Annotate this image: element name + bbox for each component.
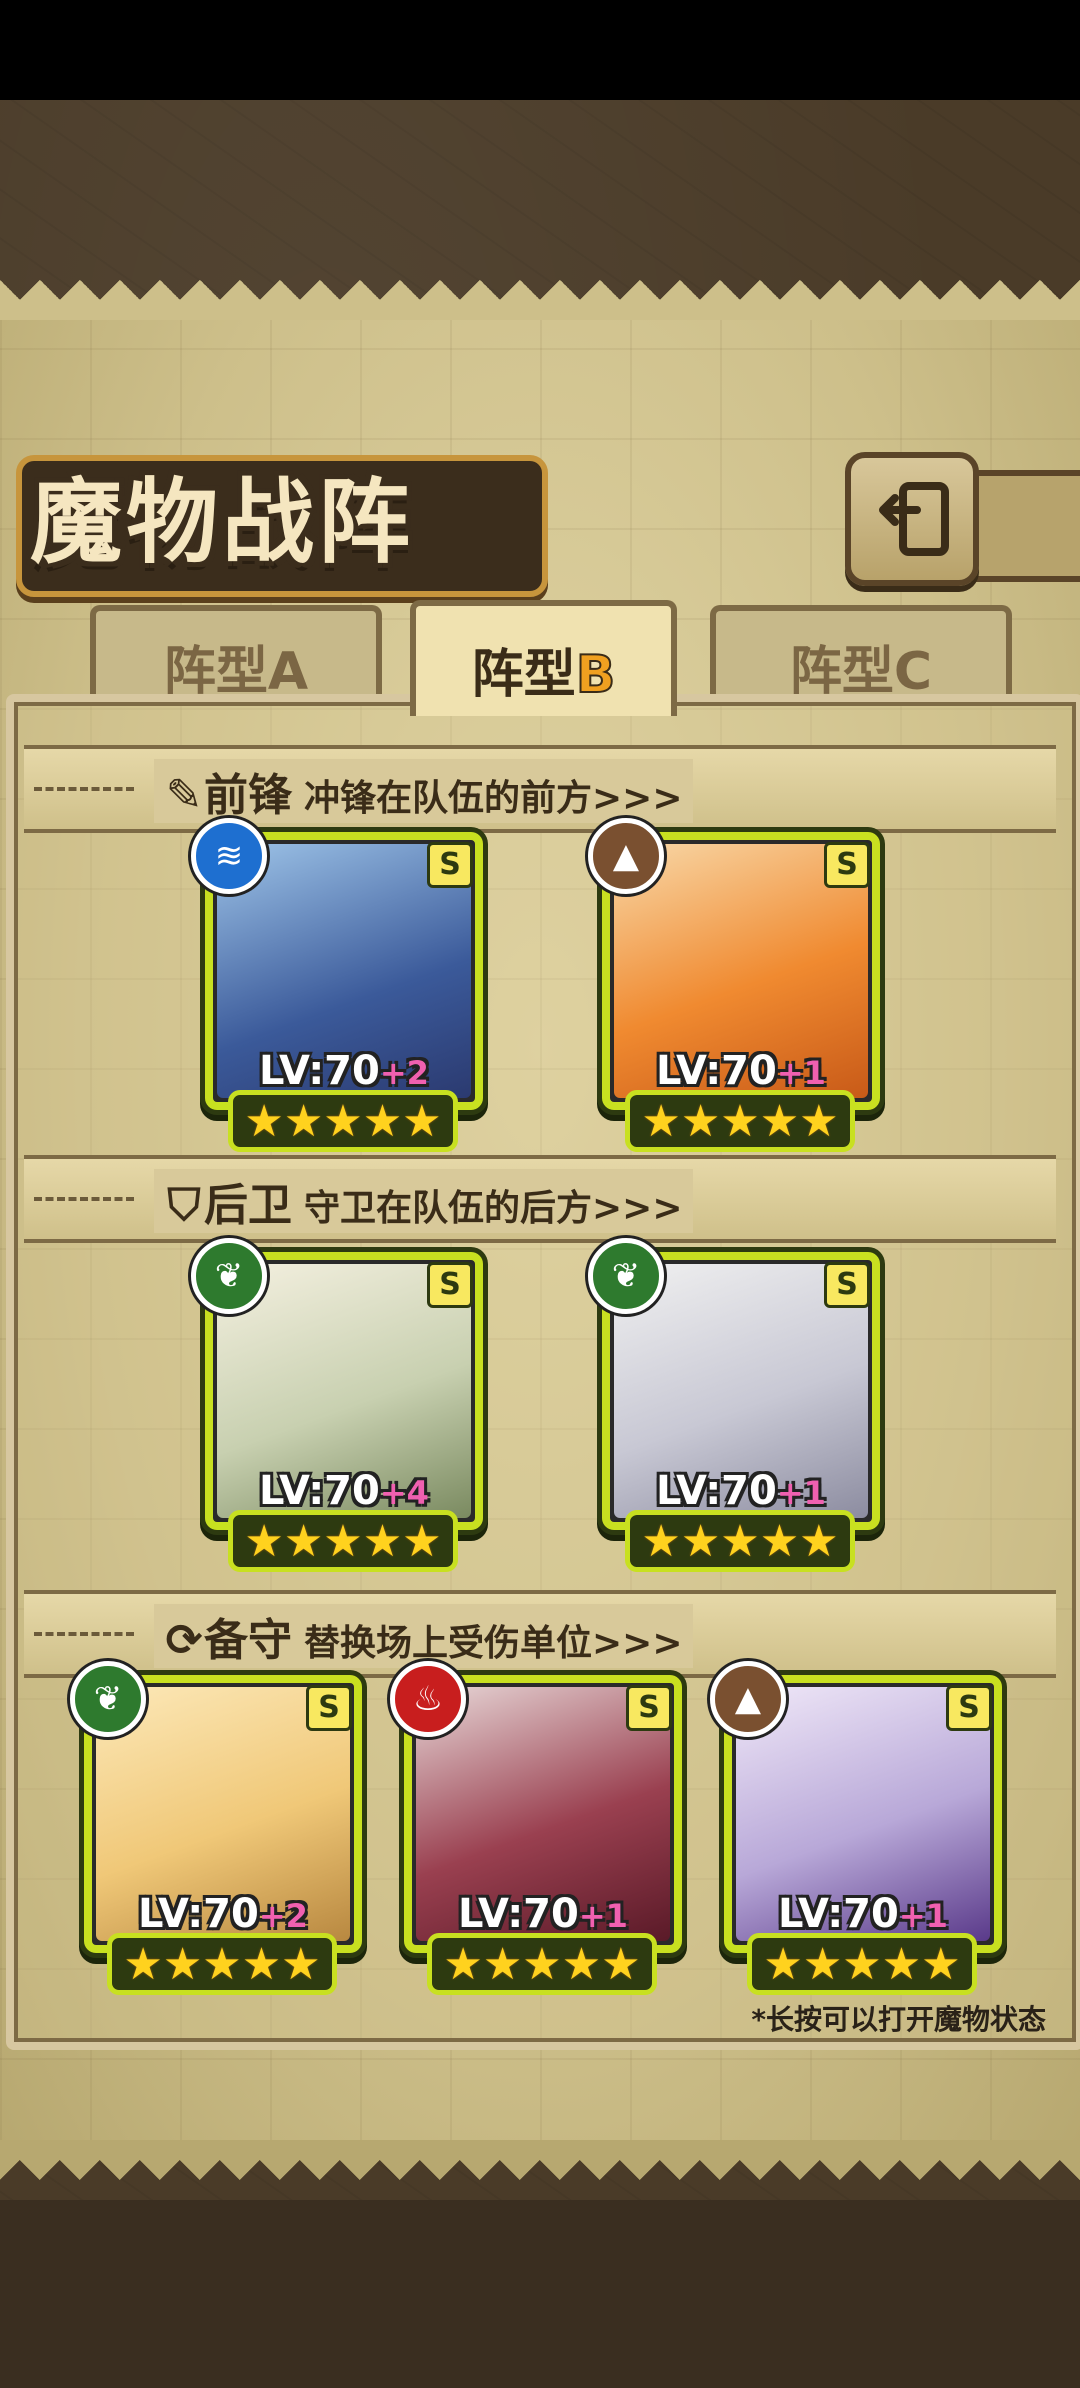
monster-card[interactable]: S ❦ LV:70+4 bbox=[191, 1238, 483, 1530]
level-label: LV:70+1 bbox=[656, 1468, 826, 1514]
section-vanguard: ✎前锋 冲锋在队伍的前方>>> bbox=[24, 745, 1056, 833]
section-subtitle: 替换场上受伤单位>>> bbox=[304, 1623, 683, 1664]
star-rating: ★★★★★ bbox=[427, 1933, 657, 1995]
rank-badge: S bbox=[824, 842, 870, 888]
section-subtitle: 守卫在队伍的后方>>> bbox=[304, 1188, 683, 1229]
back-button[interactable] bbox=[845, 452, 979, 586]
star-rating: ★★★★★ bbox=[107, 1933, 337, 1995]
water-element-icon: ≋ bbox=[191, 818, 267, 894]
monster-card[interactable]: S ≋ LV:70+2 bbox=[191, 818, 483, 1110]
earth-element-icon: ▲ bbox=[588, 818, 664, 894]
star-rating: ★★★★★ bbox=[228, 1090, 458, 1152]
level-label: LV:70+2 bbox=[138, 1891, 308, 1937]
star-rating: ★★★★★ bbox=[625, 1510, 855, 1572]
section-rearguard: ⛉后卫 守卫在队伍的后方>>> bbox=[24, 1155, 1056, 1243]
section-title: 备守 bbox=[204, 1615, 292, 1666]
level-label: LV:70+1 bbox=[656, 1048, 826, 1094]
section-subtitle: 冲锋在队伍的前方>>> bbox=[304, 778, 683, 819]
monster-card[interactable]: S ❦ LV:70+1 bbox=[588, 1238, 880, 1530]
tab-formation-b[interactable]: 阵型B bbox=[410, 600, 677, 716]
level-label: LV:70+1 bbox=[778, 1891, 948, 1937]
level-label: LV:70+4 bbox=[259, 1468, 429, 1514]
level-label: LV:70+1 bbox=[458, 1891, 628, 1937]
section-reserve: ⟳备守 替换场上受伤单位>>> bbox=[24, 1590, 1056, 1678]
rank-badge: S bbox=[306, 1685, 352, 1731]
monster-card[interactable]: S ▲ LV:70+1 bbox=[710, 1661, 1002, 1953]
shield-icon: ⛉ bbox=[167, 1180, 201, 1231]
tab-formation-c[interactable]: 阵型C bbox=[710, 605, 1012, 703]
status-bar bbox=[0, 0, 1080, 100]
tab-formation-a[interactable]: 阵型A bbox=[90, 605, 382, 703]
rank-badge: S bbox=[427, 842, 473, 888]
leaf-element-icon: ❦ bbox=[191, 1238, 267, 1314]
long-press-hint: *长按可以打开魔物状态 bbox=[751, 2003, 1046, 2036]
monster-card[interactable]: S ♨ LV:70+1 bbox=[390, 1661, 682, 1953]
earth-element-icon: ▲ bbox=[710, 1661, 786, 1737]
star-rating: ★★★★★ bbox=[625, 1090, 855, 1152]
leaf-element-icon: ❦ bbox=[588, 1238, 664, 1314]
star-rating: ★★★★★ bbox=[747, 1933, 977, 1995]
monster-card[interactable]: S ▲ LV:70+1 bbox=[588, 818, 880, 1110]
page-title: 魔物战阵 bbox=[30, 468, 415, 576]
sword-icon: ✎ bbox=[165, 770, 203, 821]
section-title: 前锋 bbox=[204, 770, 292, 821]
level-label: LV:70+2 bbox=[259, 1048, 429, 1094]
swap-icon: ⟳ bbox=[165, 1615, 203, 1666]
rank-badge: S bbox=[427, 1262, 473, 1308]
star-rating: ★★★★★ bbox=[228, 1510, 458, 1572]
rank-badge: S bbox=[626, 1685, 672, 1731]
back-arrow-icon bbox=[879, 482, 949, 556]
rank-badge: S bbox=[824, 1262, 870, 1308]
section-title: 后卫 bbox=[204, 1180, 292, 1231]
leaf-element-icon: ❦ bbox=[70, 1661, 146, 1737]
fire-element-icon: ♨ bbox=[390, 1661, 466, 1737]
monster-card[interactable]: S ❦ LV:70+2 bbox=[70, 1661, 362, 1953]
rank-badge: S bbox=[946, 1685, 992, 1731]
bottom-map-strip bbox=[0, 2200, 1080, 2388]
